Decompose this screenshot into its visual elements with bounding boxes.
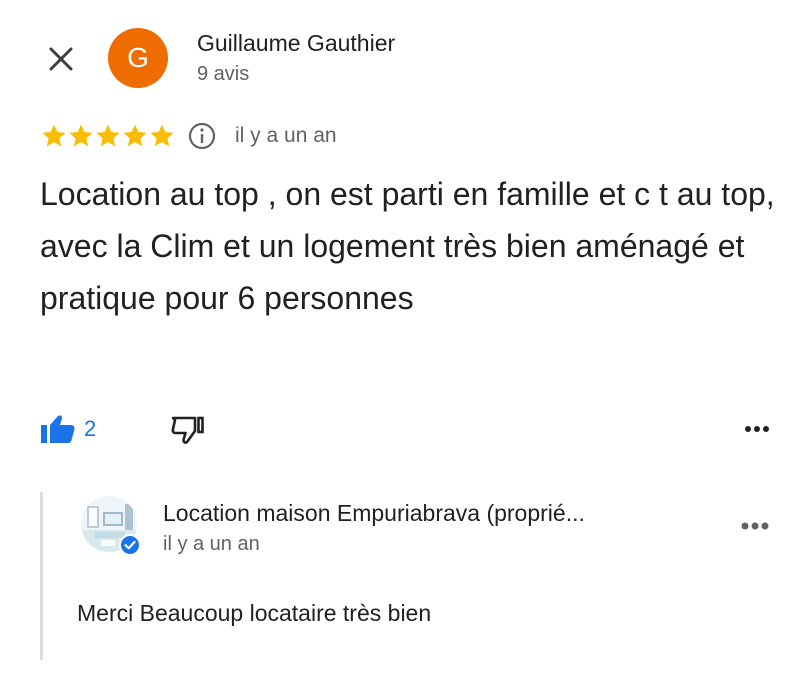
author-review-count: 9 avis [197, 63, 250, 85]
like-count: 2 [84, 416, 97, 441]
author-name[interactable]: Guillaume Gauthier [197, 30, 395, 57]
dislike-button[interactable] [170, 414, 206, 451]
star-icon [69, 124, 93, 147]
more-horiz-icon [745, 426, 769, 432]
thumb-down-icon [171, 416, 204, 444]
star-icon [42, 124, 66, 147]
thumb-up-icon [41, 415, 75, 443]
owner-name[interactable]: Location maison Empuriabrava (proprié... [163, 500, 703, 527]
reply-more-button[interactable] [740, 518, 770, 536]
star-icon [123, 124, 147, 147]
owner-reply-date: il y a un an [163, 533, 260, 555]
review-more-button[interactable] [744, 420, 770, 438]
star-rating [40, 122, 175, 150]
avatar-initial: G [127, 42, 149, 73]
star-icon [150, 124, 174, 147]
owner-reply: Location maison Empuriabrava (proprié...… [40, 492, 780, 660]
close-button[interactable] [42, 40, 80, 78]
verified-badge-icon [119, 534, 141, 556]
review-text: Location au top , on est parti en famill… [40, 176, 775, 316]
close-icon [49, 47, 73, 71]
owner-reply-text: Merci Beaucoup locataire très bien [77, 600, 432, 626]
more-horiz-icon [741, 522, 769, 530]
review-detail: G Guillaume Gauthier 9 avis il y a un an… [0, 0, 809, 683]
star-icon [96, 124, 120, 147]
owner-avatar[interactable] [81, 496, 141, 556]
rating-row: il y a un an [40, 120, 337, 152]
like-button[interactable]: 2 [40, 414, 96, 444]
info-icon[interactable] [187, 121, 217, 151]
author-avatar[interactable]: G [108, 28, 168, 88]
review-date: il y a un an [235, 124, 337, 147]
review-actions: 2 [40, 412, 770, 452]
